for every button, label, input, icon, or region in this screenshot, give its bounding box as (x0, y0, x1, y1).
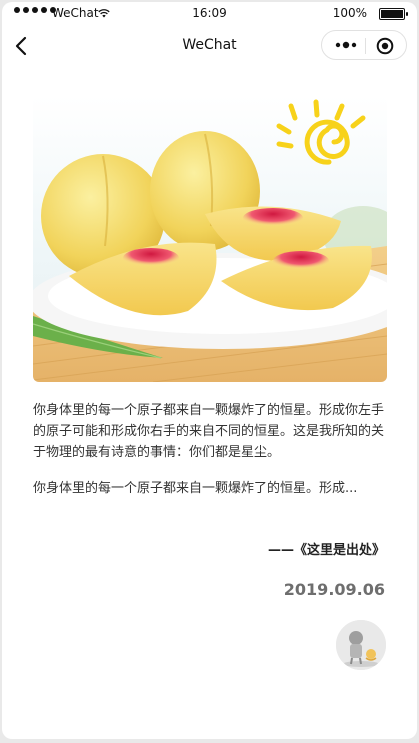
more-dots-icon[interactable] (334, 37, 360, 53)
status-bar: WeChat 16:09 100% (2, 2, 417, 26)
battery-percent: 100% (332, 6, 367, 20)
publish-date: 2019.09.06 (283, 580, 385, 599)
navigation-bar: WeChat (2, 26, 417, 66)
article-paragraph: 你身体里的每一个原子都来自一颗爆炸了的恒星。形成你左手的原子可能和形成你右手的来… (33, 403, 385, 460)
quote-source: ——《这里是出处》 (267, 543, 385, 558)
article-paragraph-truncated: 你身体里的每一个原子都来自一颗爆炸了的恒星。形成... (33, 481, 358, 496)
peach-image (33, 96, 387, 382)
battery-icon (379, 8, 408, 20)
menu-capsule (321, 30, 407, 60)
target-close-icon[interactable] (376, 37, 394, 55)
capsule-divider (365, 38, 366, 54)
avatar[interactable] (336, 620, 386, 670)
phone-screen: WeChat 16:09 100% WeChat 你身体里的每一个原子都来自一颗… (2, 2, 417, 739)
